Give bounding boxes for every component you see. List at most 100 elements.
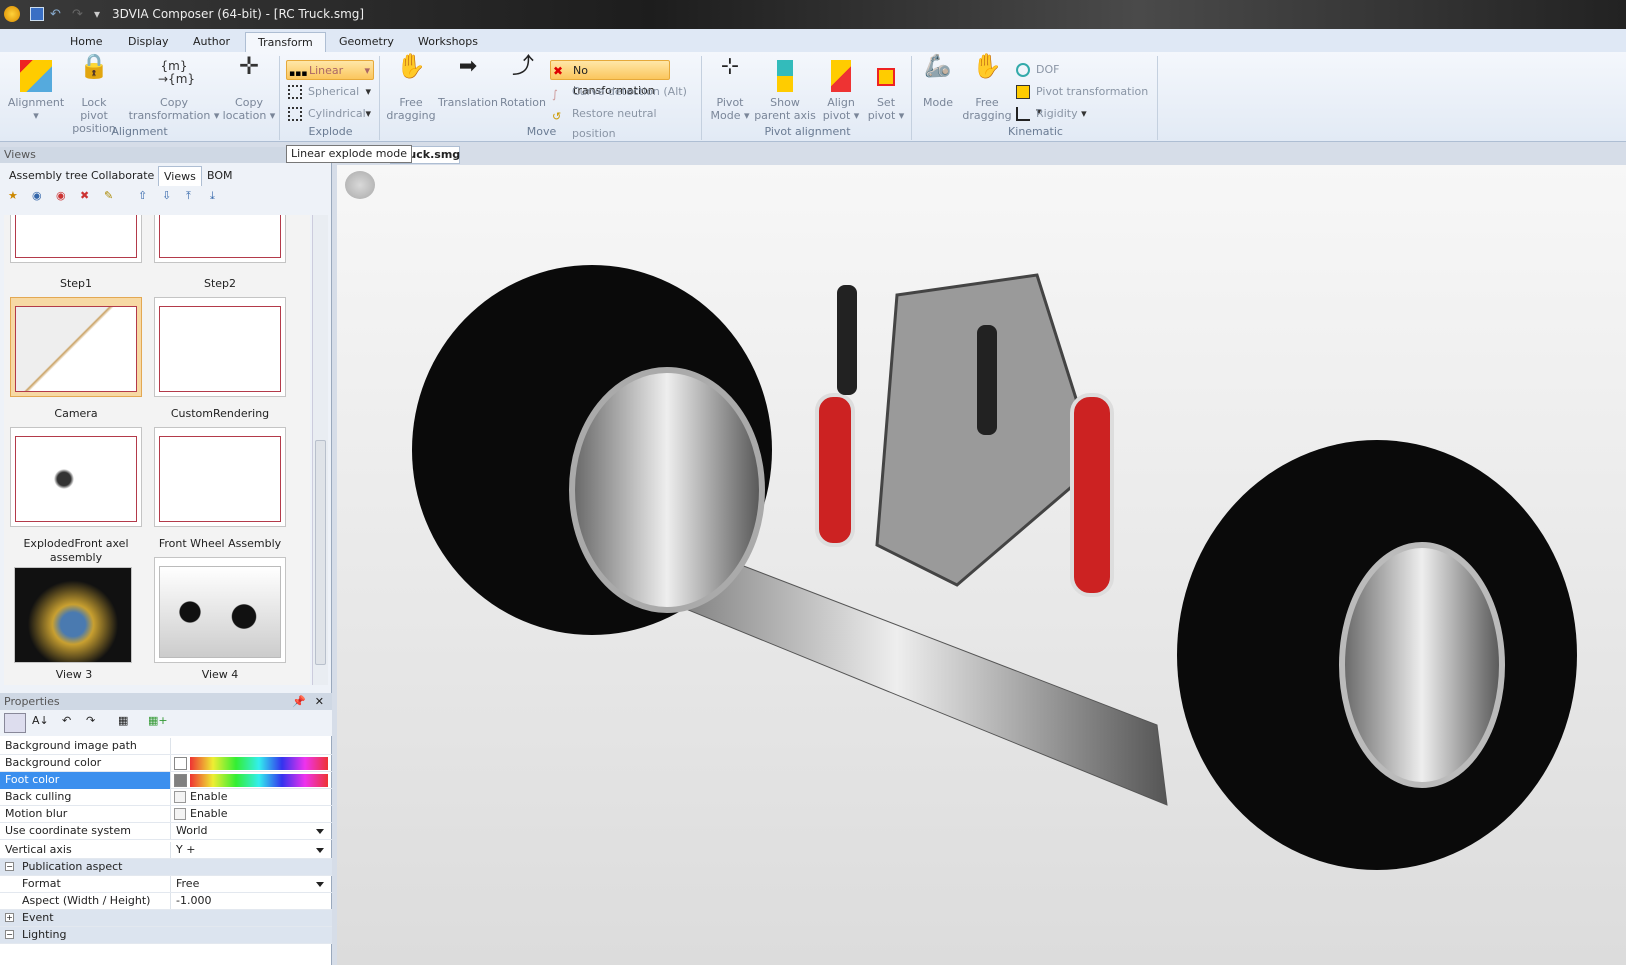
grid-icon[interactable]: ▦: [118, 714, 128, 727]
sort-alpha-icon[interactable]: A↓: [32, 714, 49, 727]
property-row[interactable]: Use coordinate system World: [0, 823, 332, 840]
dof-button[interactable]: DOF: [1014, 60, 1094, 80]
property-row[interactable]: Foot color: [0, 772, 332, 789]
update-view-icon[interactable]: ◉: [32, 189, 50, 207]
enable-checkbox[interactable]: [174, 808, 186, 820]
collapse-icon[interactable]: −: [5, 862, 14, 871]
pivot-transformation-dropdown[interactable]: Pivot transformation ▾: [1014, 82, 1154, 118]
chevron-down-icon[interactable]: [316, 848, 324, 857]
chevron-down-icon[interactable]: [316, 882, 324, 891]
set-pivot-icon: [877, 68, 895, 86]
color-swatch[interactable]: [174, 757, 187, 770]
restore-neutral-button[interactable]: ↺ Restore neutral position: [550, 104, 700, 140]
rigidity-dropdown[interactable]: Rigidity ▾: [1014, 104, 1104, 124]
capture-view-icon[interactable]: ◉: [56, 189, 74, 207]
lock-pivot-button[interactable]: 🔒 Lock pivot position: [66, 54, 122, 135]
view-label: Step2: [203, 277, 237, 290]
property-row[interactable]: + Event: [0, 910, 332, 927]
view-thumbnail-step2[interactable]: [154, 215, 286, 263]
property-row[interactable]: Aspect (Width / Height) -1.000: [0, 893, 332, 910]
expand-icon[interactable]: ↶: [62, 714, 71, 727]
property-row[interactable]: − Lighting: [0, 927, 332, 944]
undo-icon[interactable]: ↶: [50, 7, 61, 22]
kinematic-free-dragging-button[interactable]: ✋ Free dragging: [960, 54, 1014, 122]
views-scrollbar[interactable]: [312, 215, 328, 685]
tab-display[interactable]: Display: [116, 32, 181, 52]
close-icon[interactable]: ✕: [315, 693, 324, 710]
pivot-mode-button[interactable]: ⊹ Pivot Mode ▾: [708, 56, 752, 123]
free-dragging-button[interactable]: ✋ Free dragging: [386, 54, 436, 122]
pin-icon[interactable]: 📌: [292, 693, 306, 710]
rotation-button[interactable]: ⤴ Rotation: [500, 56, 546, 110]
view-thumbnail-view3[interactable]: [14, 567, 132, 663]
property-value[interactable]: Free: [176, 876, 199, 892]
property-row[interactable]: − Publication aspect: [0, 859, 332, 876]
move-up-icon[interactable]: ⇧: [138, 189, 156, 207]
color-swatch[interactable]: [174, 774, 187, 787]
tab-bom[interactable]: BOM: [202, 166, 238, 186]
categorized-icon[interactable]: [4, 713, 26, 733]
view-thumbnail-view4[interactable]: [154, 557, 286, 663]
show-parent-axis-button[interactable]: Show parent axis: [754, 60, 816, 122]
copy-location-button[interactable]: ✛ Copy location ▾: [222, 54, 276, 122]
move-down-icon[interactable]: ⇩: [162, 189, 180, 207]
view-thumbnail-customrendering[interactable]: [154, 297, 286, 397]
view-thumbnail-front-wheel-assembly[interactable]: [154, 427, 286, 527]
explode-linear-dropdown[interactable]: ▪▪▪ Linear ▾: [286, 60, 374, 80]
tab-assembly-tree[interactable]: Assembly tree: [4, 166, 93, 186]
truck-model: [412, 265, 1577, 870]
redo-icon[interactable]: ↷: [72, 7, 83, 22]
view-thumbnail-camera[interactable]: [10, 297, 142, 397]
new-view-icon[interactable]: ★: [8, 189, 26, 207]
view-label: Step1: [59, 277, 93, 290]
quick-access-dropdown[interactable]: ▾: [94, 7, 100, 21]
delete-view-icon[interactable]: ✖: [80, 189, 98, 207]
tab-transform[interactable]: Transform: [245, 32, 326, 52]
property-row[interactable]: Vertical axis Y +: [0, 842, 332, 859]
3d-viewport[interactable]: [337, 165, 1626, 965]
group-label: Move: [526, 125, 557, 138]
tab-collaborate[interactable]: Collaborate: [86, 166, 159, 186]
set-pivot-button[interactable]: Set pivot ▾: [866, 60, 906, 122]
view-label: CustomRendering: [170, 407, 270, 420]
translation-button[interactable]: ➡ Translation: [438, 56, 498, 110]
expand-icon[interactable]: +: [5, 913, 14, 922]
move-first-icon[interactable]: ⤒: [186, 189, 204, 207]
no-transformation-button[interactable]: ✖ No transformation: [550, 60, 670, 97]
property-value[interactable]: World: [176, 823, 208, 839]
tab-author[interactable]: Author: [181, 32, 242, 52]
explode-spherical-dropdown[interactable]: Spherical ▾: [286, 82, 374, 102]
chevron-down-icon[interactable]: [316, 829, 324, 838]
property-row[interactable]: Format Free: [0, 876, 332, 893]
property-row[interactable]: Background color: [0, 755, 332, 772]
color-picker-bar[interactable]: [190, 757, 328, 770]
property-row[interactable]: Background image path: [0, 738, 332, 755]
property-row[interactable]: Motion blur Enable: [0, 806, 332, 823]
property-value[interactable]: Y +: [176, 842, 195, 858]
tab-geometry[interactable]: Geometry: [327, 32, 406, 52]
color-picker-bar[interactable]: [190, 774, 328, 787]
parent-axis-icon: [777, 60, 793, 92]
property-row[interactable]: Back culling Enable: [0, 789, 332, 806]
copy-transformation-button[interactable]: {m}→{m} Copy transformation ▾: [128, 60, 220, 123]
collapse-icon[interactable]: ↷: [86, 714, 95, 727]
align-pivot-button[interactable]: Align pivot ▾: [818, 60, 864, 122]
checkbox-label: Enable: [190, 790, 228, 803]
curve-detection-button[interactable]: ∫ Curve detection (Alt): [550, 82, 690, 102]
collapse-icon[interactable]: −: [5, 930, 14, 939]
tab-views[interactable]: Views: [158, 166, 202, 186]
move-last-icon[interactable]: ⤓: [210, 189, 228, 207]
view-thumbnail-exploded-front-axel[interactable]: [10, 427, 142, 527]
edit-view-icon[interactable]: ✎: [104, 189, 122, 207]
curve-icon: ∫: [552, 88, 558, 101]
view-thumbnail-step1[interactable]: [10, 215, 142, 263]
explode-cylindrical-dropdown[interactable]: Cylindrical ▾: [286, 104, 374, 124]
scrollbar-thumb[interactable]: [315, 440, 326, 665]
kinematic-mode-button[interactable]: 🦾 Mode: [918, 56, 958, 110]
save-icon[interactable]: [30, 7, 44, 21]
tab-workshops[interactable]: Workshops: [406, 32, 490, 52]
alignment-button[interactable]: Alignment ▾: [6, 60, 66, 122]
add-property-icon[interactable]: ▦+: [148, 714, 168, 727]
enable-checkbox[interactable]: [174, 791, 186, 803]
tab-home[interactable]: Home: [58, 32, 114, 52]
